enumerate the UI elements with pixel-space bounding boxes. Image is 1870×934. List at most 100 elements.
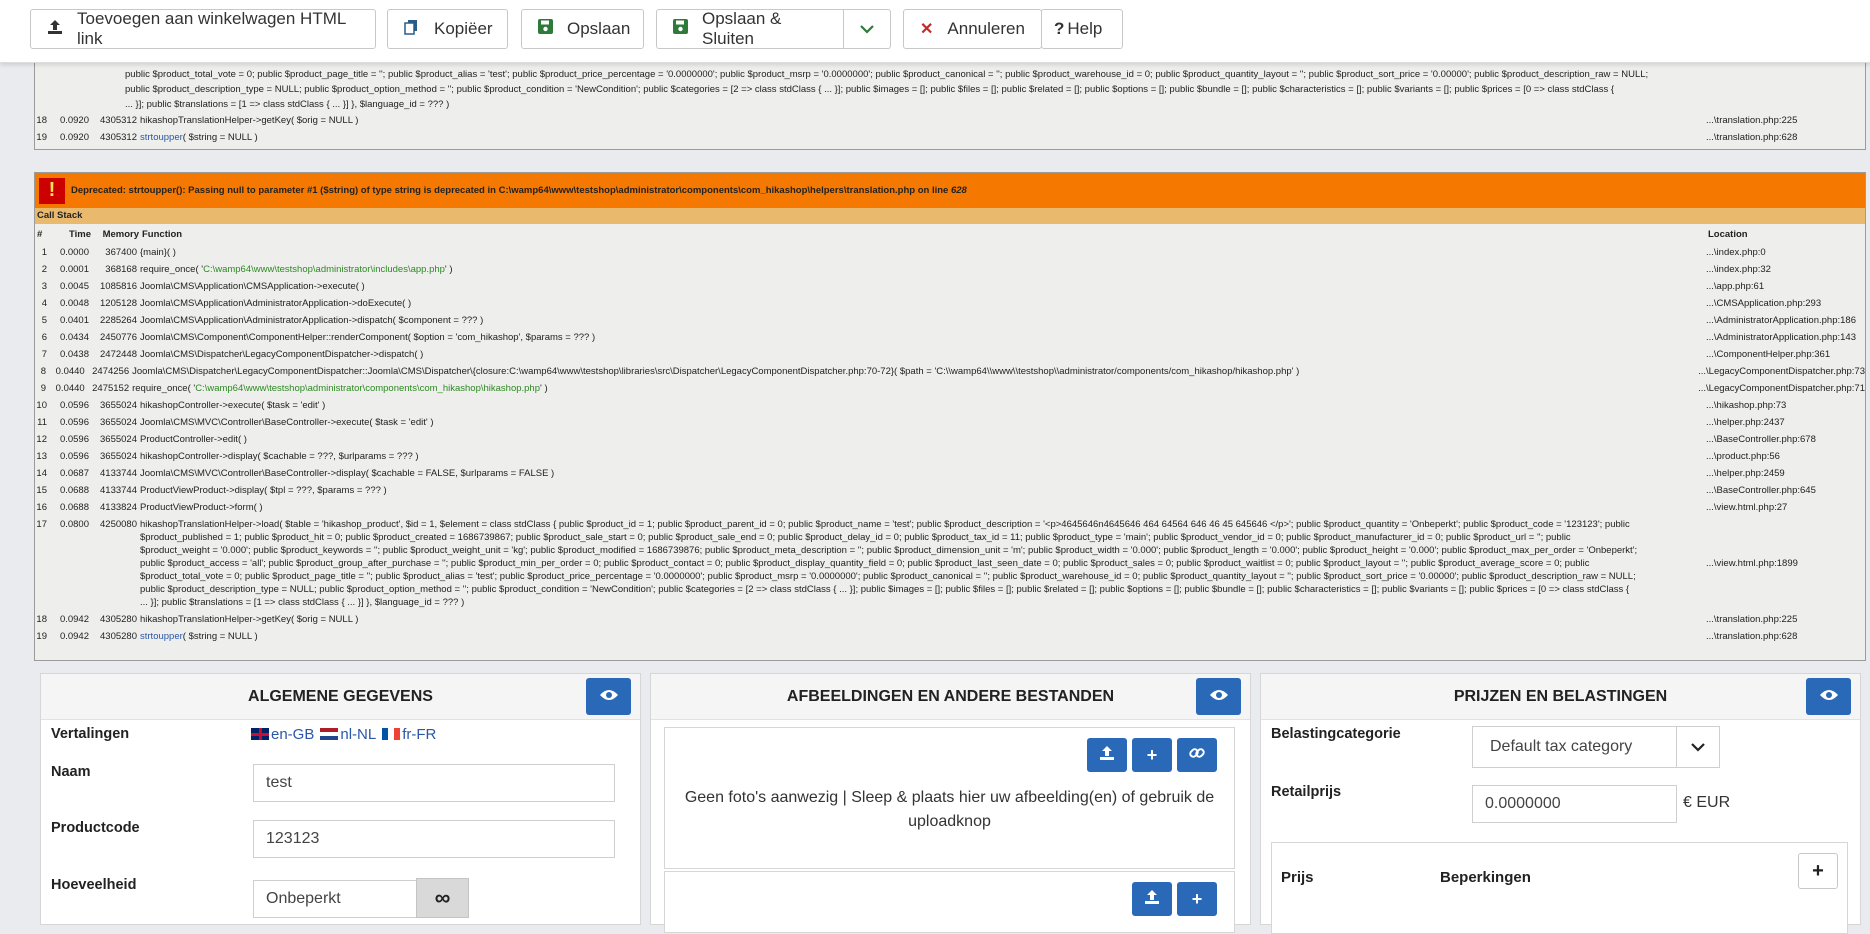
link-icon (1189, 745, 1205, 766)
callstack-row: 10 0.0596 3655024 hikashopController->execu… (35, 397, 1865, 414)
row-number: 11 (37, 417, 47, 428)
infinity-icon: ∞ (434, 885, 451, 910)
col-time: Time (68, 229, 91, 240)
row-time: 0.0434 (59, 332, 89, 343)
row-memory: 4305312 (100, 115, 137, 126)
save-label: Opslaan (567, 19, 631, 38)
code-line: hikashopTranslationHelper->load( $table … (140, 519, 1630, 530)
copy-label: Kopiëer (434, 19, 493, 38)
row-time: 0.0687 (59, 468, 89, 479)
card-title: AFBEELDINGEN EN ANDERE BESTANDEN (786, 688, 1115, 705)
row-location: ...\app.php:61 (1706, 281, 1765, 292)
function-args: ' ) (540, 383, 548, 394)
add-image-button[interactable]: + (1132, 738, 1172, 772)
row17-continuation: public $product_total_vote = 0; public $… (35, 63, 1865, 112)
help-label: Help (1067, 19, 1103, 38)
row-time: 0.0920 (59, 132, 89, 143)
code-line: ... }]; public $translations = [1 => cla… (140, 597, 465, 608)
lang-link-fr-fr[interactable]: fr-FR (382, 726, 436, 743)
save-and-close-label: Opslaan & Sluiten (702, 9, 782, 48)
retail-price-input[interactable]: 0.0000000 (1472, 785, 1677, 823)
row-memory: 367400 (105, 247, 137, 258)
row-time: 0.0596 (59, 417, 89, 428)
row-memory: 4305280 (100, 614, 137, 625)
row-function: hikashopTranslationHelper->load( $table … (140, 518, 1702, 609)
add-to-cart-html-link-button[interactable]: Toevoegen aan winkelwagen HTML link (30, 9, 376, 49)
tax-category-label: Belastingcategorie (1271, 726, 1401, 742)
row-time: 0.0440 (55, 383, 85, 394)
add-price-button[interactable]: + (1798, 853, 1838, 889)
upload-image-button[interactable] (1087, 738, 1127, 772)
lang-link-en-gb[interactable]: en-GB (251, 726, 314, 743)
row-location: ...\translation.php:628 (1706, 132, 1798, 143)
callstack-row: 7 0.0438 2472448 Joomla\CMS\Dispatcher\Lega… (35, 346, 1865, 363)
callstack-row: 1 0.0000 367400 {main}( ) ...\index.php:0 (35, 244, 1865, 261)
callstack-row: 16 0.0688 4133824 ProductViewProduct->form(… (35, 499, 1865, 516)
row-number: 19 (36, 132, 47, 143)
name-input[interactable]: test (253, 764, 615, 802)
function-link[interactable]: strtoupper (140, 631, 183, 642)
toggle-visibility-button[interactable] (1196, 678, 1241, 715)
row-memory: 2285264 (100, 315, 137, 326)
no-images-message: Geen foto's aanwezig | Sleep & plaats hi… (684, 789, 1215, 830)
eye-icon (1819, 674, 1839, 719)
image-dropzone[interactable]: + Geen foto's aanwezig | Sleep & plaats … (664, 727, 1235, 869)
code-line: $product_published = 1; public $product_… (140, 532, 1571, 543)
row-memory: 1205128 (100, 298, 137, 309)
row-location: ...\index.php:32 (1706, 264, 1771, 275)
product-code-input[interactable]: 123123 (253, 820, 615, 858)
row-function: Joomla\CMS\Application\CMSApplication->e… (140, 281, 365, 292)
copy-button[interactable]: Kopiëer (387, 9, 508, 49)
save-button[interactable]: Opslaan (521, 9, 644, 49)
callstack-row: 14 0.0687 4133744 Joomla\CMS\MVC\Controller… (35, 465, 1865, 482)
nl-flag-icon (320, 728, 339, 740)
function-name: require_once( ' (140, 264, 204, 275)
row-number: 8 (40, 366, 47, 377)
code-line: public $product_total_vote = 0; public $… (125, 69, 1649, 80)
row-location: ...\translation.php:225 (1706, 115, 1798, 126)
link-image-button[interactable] (1177, 738, 1217, 772)
row-memory: 3655024 (100, 400, 137, 411)
row-number: 9 (40, 383, 47, 394)
row-number: 16 (36, 502, 47, 513)
save-options-dropdown-button[interactable] (843, 9, 891, 49)
row-number: 5 (41, 315, 47, 326)
lang-label: fr-FR (402, 726, 437, 743)
tax-category-value: Default tax category (1490, 738, 1633, 755)
card-title: PRIJZEN EN BELASTINGEN (1453, 688, 1668, 705)
row-location: ...\helper.php:2437 (1706, 417, 1785, 428)
product-code-label: Productcode (51, 820, 140, 836)
code-line: public $product_access = 'all'; public $… (140, 558, 1590, 569)
callstack-row: 19 0.0920 4305312 strtoupper( $string = … (35, 129, 1865, 146)
upload-icon (1144, 889, 1160, 910)
warning-icon: ! (37, 175, 67, 206)
cancel-button[interactable]: ✕ Annuleren (903, 9, 1042, 49)
lang-link-nl-nl[interactable]: nl-NL (320, 726, 376, 743)
toggle-visibility-button[interactable] (1806, 678, 1851, 715)
row-memory: 2475152 (92, 383, 130, 394)
callstack-row: 12 0.0596 3655024 ProductController->edit( … (35, 431, 1865, 448)
function-link[interactable]: strtoupper (140, 132, 183, 143)
row-function: Joomla\CMS\Dispatcher\LegacyComponentDis… (140, 349, 424, 360)
row-memory: 3655024 (100, 434, 137, 445)
toggle-visibility-button[interactable] (586, 678, 631, 715)
row-function: strtoupper( $string = NULL ) (140, 131, 1702, 144)
chevron-down-icon (860, 19, 874, 39)
code-line: $product_weight = '0.000'; public $produ… (140, 545, 1638, 556)
unlimited-quantity-button[interactable]: ∞ (416, 878, 469, 918)
quantity-input[interactable]: Onbeperkt (253, 880, 417, 918)
code-line: $product_total_vote = 0; public $product… (140, 571, 1636, 582)
help-button[interactable]: ? Help (1041, 9, 1123, 49)
row-time: 0.0596 (59, 400, 89, 411)
row-number: 18 (36, 614, 47, 625)
save-and-close-button[interactable]: Opslaan & Sluiten (656, 9, 844, 49)
translations-label: Vertalingen (51, 726, 130, 742)
row-memory: 1085816 (100, 281, 137, 292)
callstack-row: 5 0.0401 2285264 Joomla\CMS\Application\Adm… (35, 312, 1865, 329)
col-function: Function (142, 229, 183, 240)
currency-label: € EUR (1683, 794, 1731, 811)
tax-category-select[interactable]: Default tax category (1472, 726, 1720, 768)
error-message: Deprecated: strtoupper(): Passing null t… (71, 185, 949, 196)
file-dropzone[interactable]: + (664, 871, 1235, 933)
row-number: 18 (36, 115, 47, 126)
